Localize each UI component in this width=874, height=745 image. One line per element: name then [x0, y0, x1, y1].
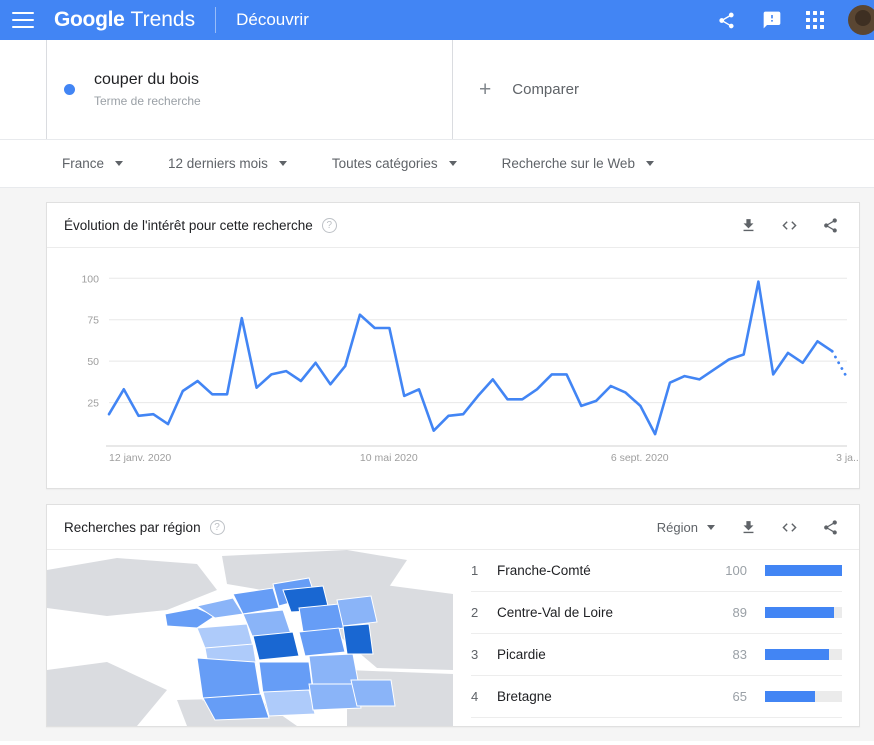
download-icon[interactable] — [736, 213, 760, 237]
help-icon[interactable]: ? — [321, 217, 337, 233]
region-card-actions: Région — [657, 515, 842, 539]
region-rank: 4 — [471, 689, 479, 704]
search-term-bar: couper du bois Terme de recherche + Comp… — [0, 40, 874, 140]
region-rank: 2 — [471, 605, 479, 620]
region-bar-fill — [765, 565, 842, 576]
chevron-down-icon — [707, 524, 715, 530]
svg-text:12 janv. 2020: 12 janv. 2020 — [109, 452, 171, 464]
interest-over-time-card: Évolution de l'intérêt pour cette recher… — [46, 202, 860, 489]
table-row[interactable]: 2 Centre-Val de Loire 89 — [471, 592, 842, 634]
brand-trends-text: Trends — [130, 8, 196, 31]
chart-series-line — [107, 280, 834, 436]
svg-text:3 ja...: 3 ja... — [836, 452, 859, 464]
share-icon[interactable] — [818, 213, 842, 237]
region-value: 100 — [725, 563, 747, 578]
region-card-body: 1 Franche-Comté 100 2 Centre-Val de Loir… — [47, 550, 859, 726]
region-card-title: Recherches par région — [64, 519, 201, 535]
table-row[interactable]: 3 Picardie 83 — [471, 634, 842, 676]
app-bar: Google Trends Découvrir — [0, 0, 874, 40]
region-bar-fill — [765, 691, 816, 702]
filter-timerange[interactable]: 12 derniers mois — [168, 156, 287, 171]
region-value: 83 — [732, 647, 747, 662]
filter-category-label: Toutes catégories — [331, 156, 438, 171]
appbar-divider — [215, 7, 217, 33]
feedback-icon[interactable] — [760, 8, 784, 32]
hamburger-menu-icon[interactable] — [12, 12, 34, 28]
brand-google-text: Google — [54, 8, 125, 31]
region-bar-fill — [765, 649, 829, 660]
page-content: Évolution de l'intérêt pour cette recher… — [0, 188, 874, 741]
filter-category[interactable]: Toutes catégories — [332, 156, 457, 171]
table-row[interactable]: 4 Bretagne 65 — [471, 676, 842, 718]
chevron-down-icon — [645, 161, 654, 166]
filter-bar: France 12 derniers mois Toutes catégorie… — [0, 140, 874, 188]
filter-search-type[interactable]: Recherche sur le Web — [502, 156, 654, 171]
filter-search-type-label: Recherche sur le Web — [501, 156, 635, 171]
search-term-type: Terme de recherche — [94, 94, 201, 108]
filter-timerange-label: 12 derniers mois — [168, 156, 268, 171]
chart-series-partial — [830, 349, 849, 380]
region-rank: 1 — [471, 563, 479, 578]
interest-chart[interactable]: 25 50 75 100 12 janv. 2020 10 mai 2020 6 sept… — [47, 248, 859, 488]
region-scope-select[interactable]: Région — [657, 520, 715, 535]
brand-logo[interactable]: Google Trends — [54, 8, 195, 32]
region-card-header: Recherches par région ? Région — [47, 505, 859, 550]
compare-label: Comparer — [512, 81, 579, 98]
region-bar — [765, 649, 842, 660]
filter-location[interactable]: France — [62, 156, 124, 171]
discover-link[interactable]: Découvrir — [236, 10, 309, 30]
region-name: Bretagne — [497, 689, 552, 704]
interest-card-actions — [736, 213, 842, 237]
region-scope-label: Région — [656, 519, 698, 535]
share-icon[interactable] — [714, 8, 738, 32]
region-value: 89 — [732, 605, 747, 620]
svg-text:10 mai 2020: 10 mai 2020 — [360, 452, 418, 464]
region-name: Centre-Val de Loire — [497, 605, 614, 620]
region-name: Franche-Comté — [497, 563, 591, 578]
region-rank: 3 — [471, 647, 479, 662]
interest-card-header: Évolution de l'intérêt pour cette recher… — [47, 203, 859, 248]
svg-text:50: 50 — [87, 356, 99, 368]
filter-location-label: France — [62, 156, 105, 171]
map-svg — [47, 550, 453, 726]
compare-button[interactable]: + Comparer — [453, 40, 874, 139]
plus-icon: + — [479, 78, 492, 101]
svg-text:75: 75 — [87, 315, 99, 327]
search-term-label: couper du bois — [94, 71, 199, 88]
user-avatar[interactable] — [848, 5, 874, 35]
help-icon[interactable]: ? — [209, 519, 225, 535]
embed-code-icon[interactable] — [777, 515, 801, 539]
svg-text:100: 100 — [81, 273, 99, 285]
region-bar — [765, 565, 842, 576]
region-bar-fill — [765, 607, 834, 618]
embed-code-icon[interactable] — [777, 213, 801, 237]
chart-x-axis-labels: 12 janv. 2020 10 mai 2020 6 sept. 2020 3 ja… — [109, 452, 859, 464]
share-icon[interactable] — [818, 515, 842, 539]
search-term-card[interactable]: couper du bois Terme de recherche — [47, 40, 453, 139]
svg-text:25: 25 — [87, 398, 99, 410]
series-color-dot — [64, 84, 75, 95]
svg-text:6 sept. 2020: 6 sept. 2020 — [611, 452, 669, 464]
chart-y-axis-labels: 25 50 75 100 — [81, 273, 99, 409]
france-choropleth-map[interactable] — [47, 550, 453, 726]
download-icon[interactable] — [736, 515, 760, 539]
appbar-actions — [714, 5, 874, 35]
apps-grid-icon[interactable] — [806, 11, 824, 29]
chevron-down-icon — [115, 161, 124, 166]
interest-card-title: Évolution de l'intérêt pour cette recher… — [64, 217, 313, 233]
chevron-down-icon — [278, 161, 287, 166]
region-ranking-list: 1 Franche-Comté 100 2 Centre-Val de Loir… — [453, 550, 859, 726]
interest-chart-svg: 25 50 75 100 12 janv. 2020 10 mai 2020 6 sept… — [81, 273, 859, 464]
region-bar — [765, 691, 842, 702]
table-row[interactable]: 1 Franche-Comté 100 — [471, 550, 842, 592]
left-gutter — [0, 40, 47, 139]
chevron-down-icon — [448, 161, 457, 166]
region-name: Picardie — [497, 647, 546, 662]
chart-gridlines — [106, 277, 847, 447]
region-bar — [765, 607, 842, 618]
interest-by-region-card: Recherches par région ? Région 1 Franche… — [46, 504, 860, 727]
region-value: 65 — [732, 689, 747, 704]
